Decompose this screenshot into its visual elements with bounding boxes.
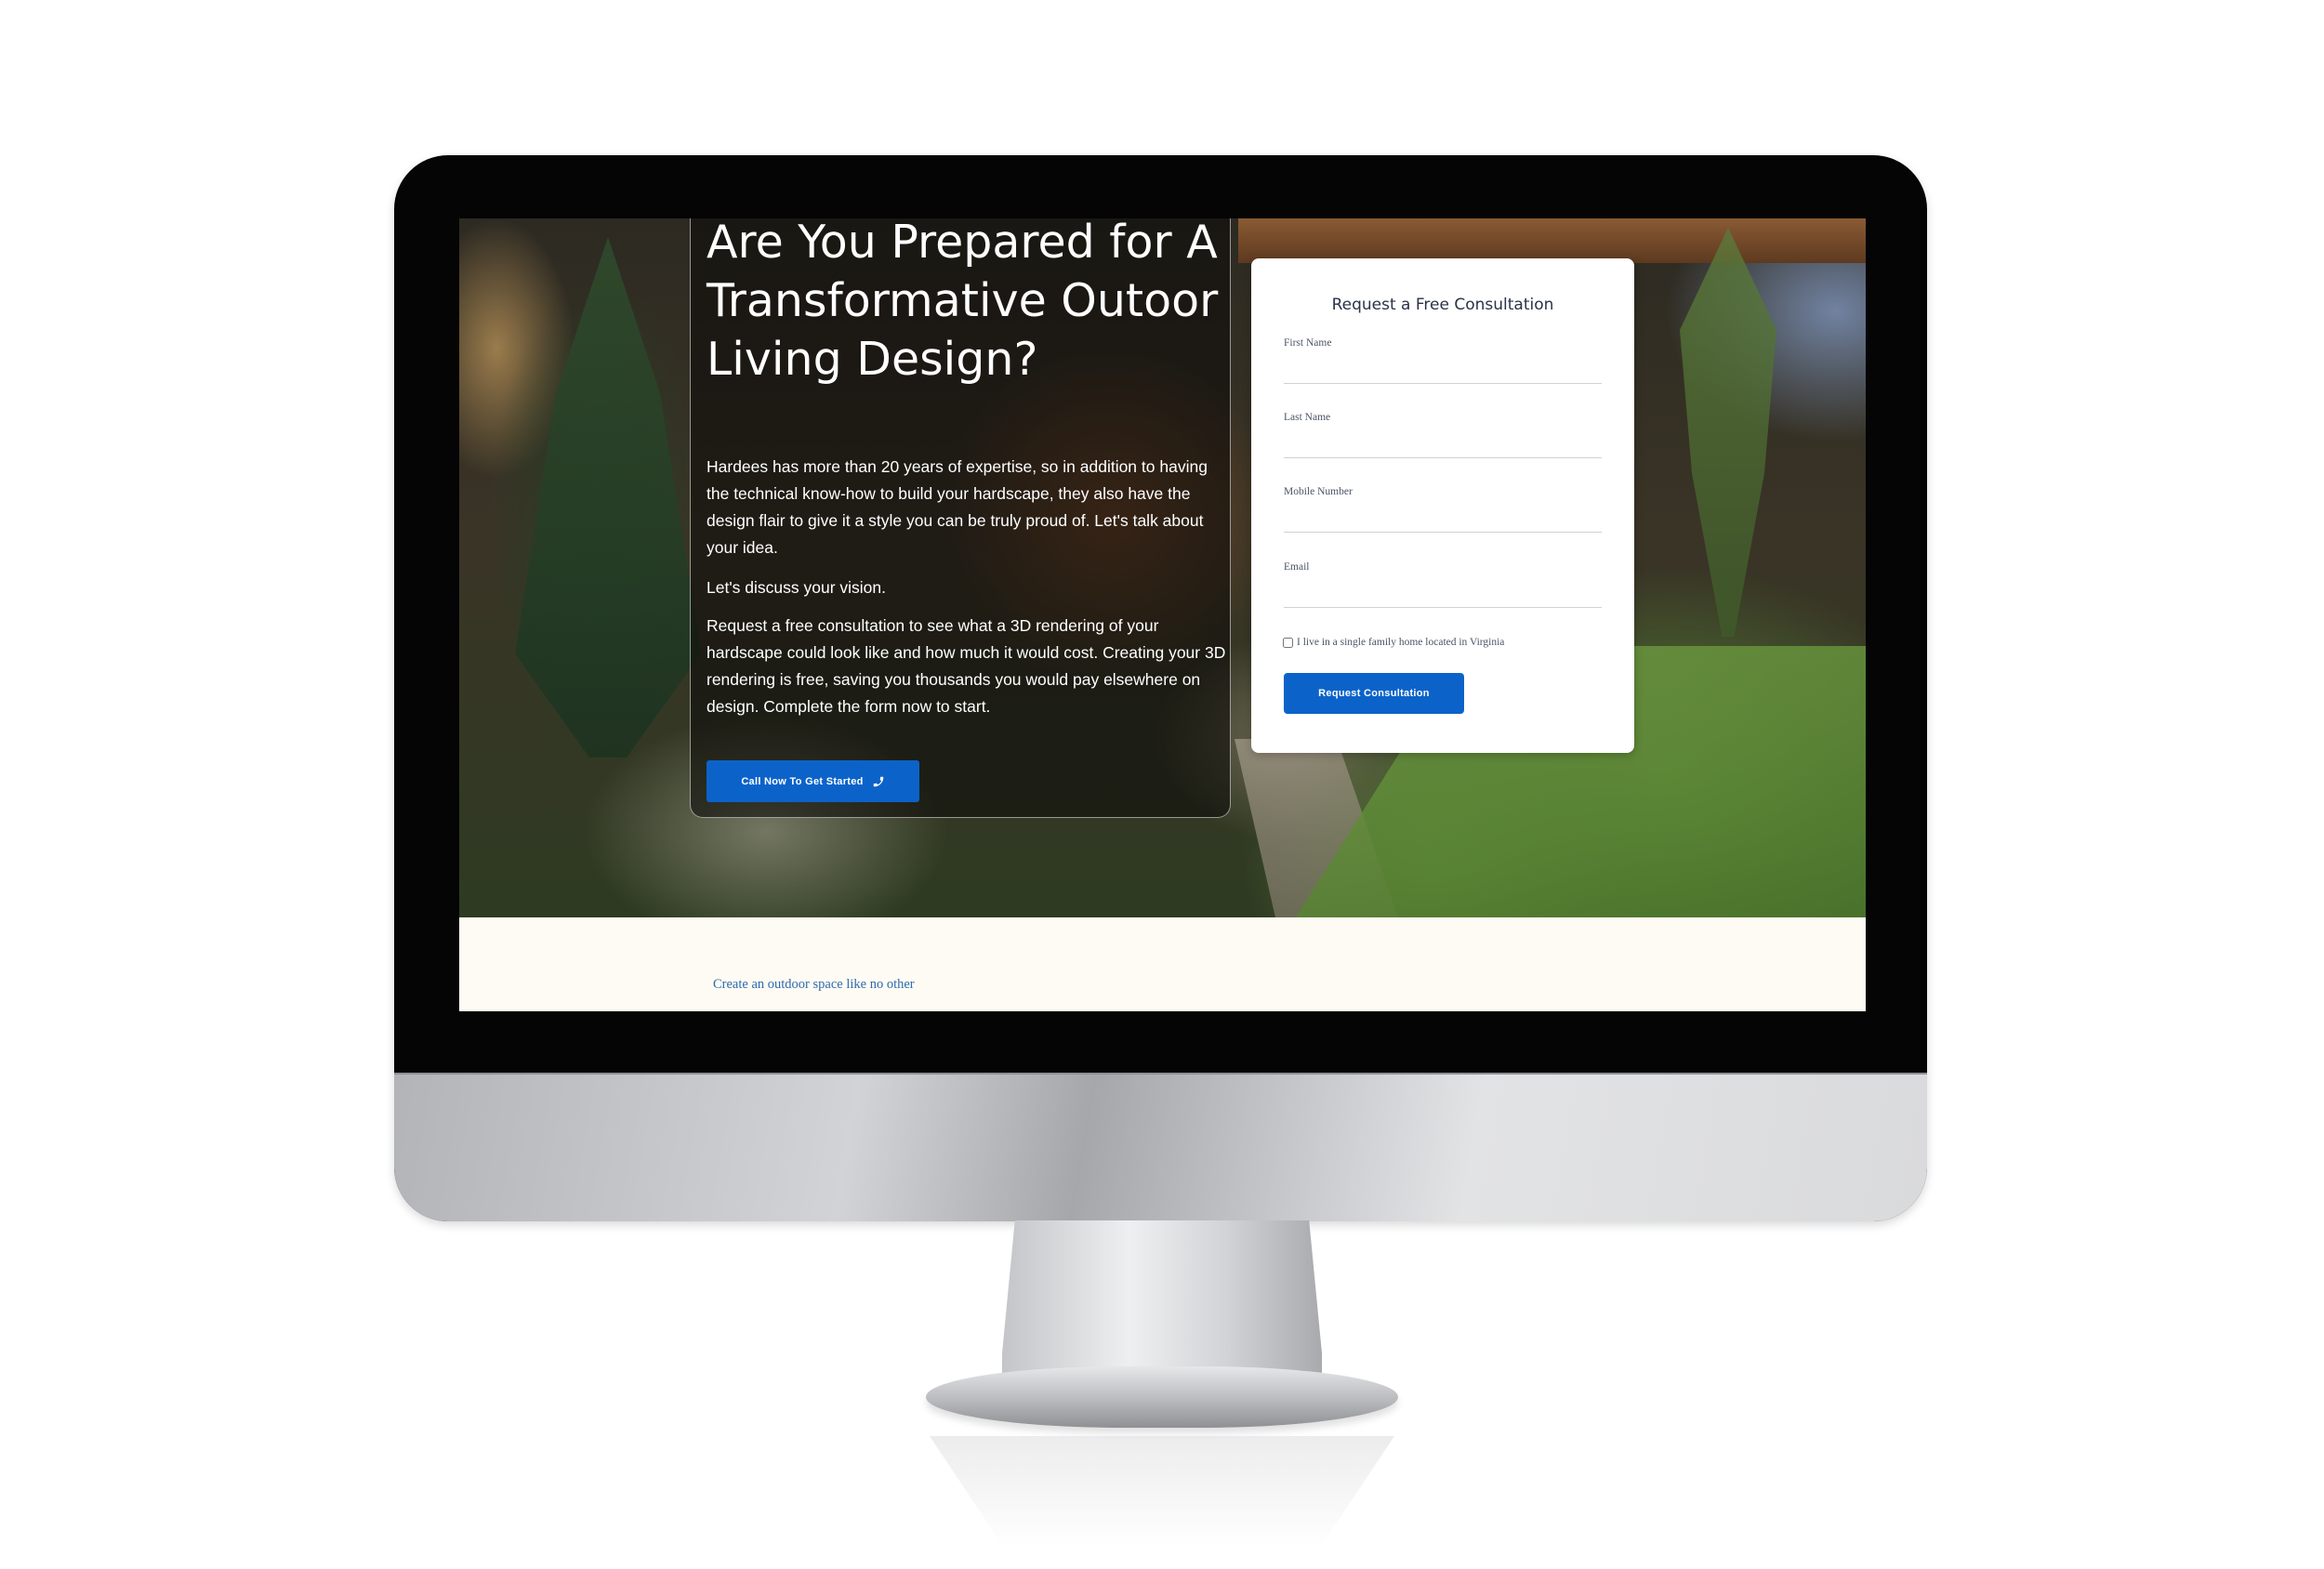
first-name-label: First Name	[1284, 337, 1332, 349]
hero-description: Hardees has more than 20 years of expert…	[706, 457, 1208, 557]
call-now-label: Call Now To Get Started	[741, 775, 864, 787]
hero-subheading: Let's discuss your vision.	[706, 578, 887, 597]
request-consultation-button[interactable]: Request Consultation	[1284, 673, 1464, 714]
hero-consultation-text: Request a free consultation to see what …	[706, 616, 1226, 716]
hero-title: Are You Prepared for A Transformative Ou…	[706, 218, 1219, 386]
residence-checkbox[interactable]	[1283, 637, 1293, 648]
residence-checkbox-label: I live in a single family home located i…	[1297, 637, 1505, 648]
intro-section: Create an outdoor space like no other	[459, 917, 1866, 1011]
section-tagline: Create an outdoor space like no other	[713, 977, 915, 992]
mobile-number-label: Mobile Number	[1284, 486, 1353, 497]
mobile-number-input[interactable]	[1284, 503, 1602, 533]
hero-background-tree	[515, 237, 701, 758]
call-now-button[interactable]: Call Now To Get Started	[706, 760, 919, 802]
first-name-input[interactable]	[1284, 354, 1602, 384]
residence-checkbox-row: I live in a single family home located i…	[1283, 637, 1504, 648]
email-field: Email	[1284, 561, 1602, 617]
first-name-field: First Name	[1284, 337, 1602, 393]
monitor-screen: Are You Prepared for A Transformative Ou…	[459, 218, 1866, 1011]
last-name-label: Last Name	[1284, 412, 1331, 423]
hero-section: Are You Prepared for A Transformative Ou…	[459, 218, 1866, 917]
hero-background-tree	[1680, 228, 1776, 637]
email-input[interactable]	[1284, 578, 1602, 608]
email-label: Email	[1284, 561, 1310, 573]
phone-icon	[873, 776, 883, 786]
last-name-input[interactable]	[1284, 429, 1602, 458]
hero-background-pergola	[1238, 218, 1866, 263]
stand-reflection	[930, 1436, 1394, 1548]
mobile-number-field: Mobile Number	[1284, 486, 1602, 542]
form-title: Request a Free Consultation	[1331, 296, 1554, 314]
monitor-stand-foot	[926, 1366, 1398, 1428]
last-name-field: Last Name	[1284, 412, 1602, 468]
consultation-form: Request a Free Consultation First Name L…	[1251, 258, 1634, 753]
monitor-chin	[394, 1073, 1927, 1221]
